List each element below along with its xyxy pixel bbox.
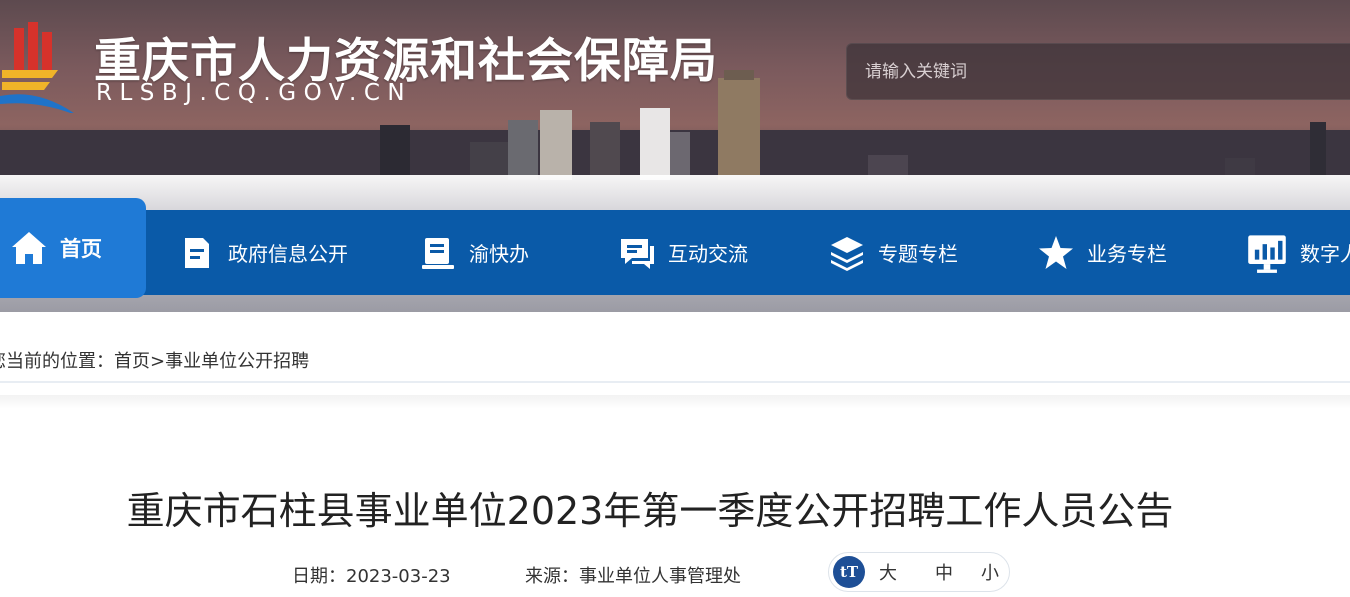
home-icon [12, 232, 46, 264]
source-label: 来源： [525, 566, 579, 587]
nav-item-special-topics[interactable]: 专题专栏 [828, 210, 958, 295]
layers-icon [831, 236, 863, 271]
nav-item-gov-info[interactable]: 政府信息公开 [178, 210, 348, 295]
star-icon [1039, 235, 1073, 269]
font-size-switcher: tT 大 中 小 [828, 552, 1010, 592]
nav-item-interaction[interactable]: 互动交流 [618, 210, 748, 295]
nav-item-home[interactable]: 首页 [0, 198, 146, 298]
nav-item-business[interactable]: 业务专栏 [1037, 210, 1167, 295]
main-nav: 首页 政府信息公开 渝快办 互动交流 专题专栏 业务专栏 数字 [0, 198, 1350, 298]
breadcrumb-divider [0, 381, 1350, 383]
logo-icon [0, 22, 74, 113]
font-size-large-button[interactable]: 大 [879, 559, 897, 585]
article-date: 日期：2023-03-23 [292, 562, 451, 588]
book-icon [422, 237, 454, 269]
breadcrumb-home-link[interactable]: 首页 [114, 351, 150, 372]
nav-item-yukuaiban[interactable]: 渝快办 [419, 210, 529, 295]
nav-label: 互动交流 [668, 242, 748, 266]
nav-label: 首页 [60, 237, 102, 261]
font-size-medium-button[interactable]: 中 [935, 559, 953, 585]
chat-icon [621, 238, 654, 269]
date-label: 日期： [292, 566, 346, 587]
source-value: 事业单位人事管理处 [579, 566, 741, 587]
monitor-chart-icon [1248, 234, 1286, 273]
nav-label: 数字人 [1300, 242, 1350, 266]
date-value: 2023-03-23 [346, 566, 451, 587]
breadcrumb-separator: > [150, 351, 166, 372]
nav-label: 业务专栏 [1087, 242, 1167, 266]
article-title: 重庆市石柱县事业单位2023年第一季度公开招聘工作人员公告 [126, 489, 1174, 533]
nav-label: 专题专栏 [878, 242, 958, 266]
breadcrumb: 您当前的位置：首页>事业单位公开招聘 [0, 347, 309, 373]
nav-label: 政府信息公开 [228, 242, 348, 266]
breadcrumb-current-link[interactable]: 事业单位公开招聘 [165, 351, 309, 372]
document-icon [185, 237, 209, 268]
search-input[interactable] [846, 43, 1350, 100]
breadcrumb-prefix: 您当前的位置： [0, 351, 114, 372]
site-domain: RLSBJ.CQ.GOV.CN [96, 80, 413, 106]
nav-label: 渝快办 [469, 242, 529, 266]
section-shadow [0, 395, 1350, 409]
article-source: 来源：事业单位人事管理处 [525, 562, 741, 588]
nav-item-digital[interactable]: 数字人 [1246, 210, 1350, 295]
font-size-small-button[interactable]: 小 [981, 559, 999, 585]
text-size-icon: tT [833, 556, 865, 588]
